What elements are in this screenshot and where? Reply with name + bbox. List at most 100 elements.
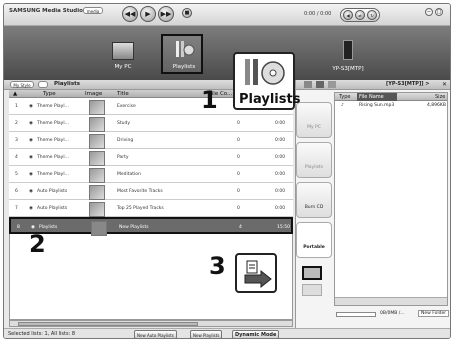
callout-number-2: 2 bbox=[29, 230, 46, 258]
tab-label: Portable bbox=[303, 245, 325, 250]
row-title: Top 25 Played Tracks bbox=[117, 206, 164, 211]
shuffle-icon[interactable]: ⇄ bbox=[355, 10, 365, 20]
theme-icon: ◉ bbox=[29, 104, 33, 109]
nav-banner: My PC Playlists YP-S3[MTP] bbox=[4, 26, 450, 80]
row-count: 0 bbox=[237, 121, 240, 126]
status-bar: Selected lists: 1, All lists: 8 New Auto… bbox=[4, 328, 450, 338]
row-duration: 0:00 bbox=[275, 121, 286, 126]
horizontal-scrollbar[interactable] bbox=[9, 320, 293, 327]
playlist-thumbnail bbox=[91, 221, 107, 236]
device-icon[interactable] bbox=[343, 40, 353, 60]
table-row[interactable]: 3 ◉ Theme Playl... Driving 0 0:00 bbox=[9, 132, 293, 149]
my-style-button[interactable]: My Style bbox=[10, 81, 34, 88]
playlist-thumbnail bbox=[89, 100, 105, 115]
row-title: Exercise bbox=[117, 104, 136, 109]
playlist-thumbnail bbox=[89, 185, 105, 200]
row-duration: 0:00 bbox=[275, 189, 286, 194]
settings-icon[interactable] bbox=[328, 81, 336, 88]
row-duration: 0:00 bbox=[275, 138, 286, 143]
table-row[interactable]: 7 ◉ Auto Playlists Top 25 Played Tracks … bbox=[9, 200, 293, 217]
callout-playlists-label: Playlists bbox=[239, 92, 301, 107]
col-type[interactable]: Type bbox=[43, 90, 56, 98]
new-playlists-button[interactable]: New Playlists bbox=[190, 330, 223, 338]
repeat-icon[interactable]: ↻ bbox=[367, 10, 377, 20]
next-button[interactable]: ▶▶ bbox=[158, 6, 174, 22]
row-number: 8 bbox=[17, 225, 20, 230]
new-auto-playlists-button[interactable]: New Auto Playlists bbox=[134, 330, 177, 338]
tab-portable[interactable]: Portable bbox=[296, 222, 332, 258]
row-number: 5 bbox=[15, 172, 18, 177]
theme-icon: ◉ bbox=[29, 138, 33, 143]
toolbar-toggle-button[interactable] bbox=[38, 81, 48, 88]
theme-icon: ◉ bbox=[29, 121, 33, 126]
device-path: [YP-S3[MTP]] > bbox=[386, 81, 430, 87]
row-number: 4 bbox=[15, 155, 18, 160]
previous-button[interactable]: ◀◀ bbox=[122, 6, 138, 22]
tab-my-pc[interactable]: My PC bbox=[296, 102, 332, 138]
playlist-thumbnail bbox=[89, 134, 105, 149]
row-type: Auto Playlists bbox=[37, 189, 68, 194]
music-file-icon: ♪ bbox=[341, 103, 344, 108]
nav-device[interactable]: YP-S3[MTP] bbox=[328, 66, 368, 72]
media-badge[interactable]: media bbox=[83, 7, 103, 14]
table-row[interactable]: 6 ◉ Auto Playlists Most Favorite Tracks … bbox=[9, 183, 293, 200]
transfer-callout bbox=[235, 253, 277, 293]
my-pc-icon[interactable] bbox=[112, 42, 134, 60]
tab-playlists[interactable]: Playlists bbox=[296, 142, 332, 178]
playlist-thumbnail bbox=[89, 168, 105, 183]
transfer-button[interactable] bbox=[302, 266, 322, 280]
auto-icon: ◉ bbox=[29, 206, 33, 211]
device-hscrollbar[interactable] bbox=[335, 297, 447, 305]
row-number: 3 bbox=[15, 138, 18, 143]
stop-button[interactable]: ■ bbox=[182, 8, 192, 18]
row-count: 0 bbox=[237, 155, 240, 160]
table-row-selected[interactable]: 8 ◉ Playlists New Playlists 4 15:50 bbox=[9, 217, 293, 236]
sort-icon[interactable]: ▲ bbox=[13, 90, 17, 98]
folder-icon[interactable] bbox=[304, 81, 312, 88]
device-file-row[interactable]: ♪ Rising Sun.mp3 4,896KB bbox=[335, 102, 447, 109]
table-row[interactable]: 2 ◉ Theme Playl... Study 0 0:00 bbox=[9, 115, 293, 132]
col-type[interactable]: Type bbox=[339, 93, 350, 101]
row-count: 0 bbox=[237, 189, 240, 194]
col-file-name[interactable]: File Name bbox=[357, 93, 397, 101]
row-title: Study bbox=[117, 121, 130, 126]
row-type: Theme Playl... bbox=[37, 121, 69, 126]
play-button[interactable]: ▶ bbox=[140, 6, 156, 22]
row-number: 6 bbox=[15, 189, 18, 194]
row-title: Most Favorite Tracks bbox=[117, 189, 163, 194]
device-toolbar: [YP-S3[MTP]] > ✕ bbox=[296, 80, 450, 90]
playlists-callout: Playlists bbox=[233, 52, 300, 110]
row-type: Auto Playlists bbox=[37, 206, 68, 211]
nav-playlists-tab[interactable]: Playlists bbox=[161, 34, 203, 74]
table-row[interactable]: 5 ◉ Theme Playl... Meditation 0 0:00 bbox=[9, 166, 293, 183]
auto-icon: ◉ bbox=[29, 189, 33, 194]
playlist-thumbnail bbox=[89, 117, 105, 132]
refresh-icon[interactable] bbox=[316, 81, 324, 88]
panel-close-icon[interactable]: ✕ bbox=[442, 81, 447, 88]
row-title: Meditation bbox=[117, 172, 141, 177]
mute-icon[interactable]: ◀ bbox=[343, 10, 353, 20]
playlists-large-icon bbox=[245, 59, 285, 85]
maximize-button[interactable]: □ bbox=[435, 8, 443, 16]
file-size: 4,896KB bbox=[427, 103, 446, 108]
col-image[interactable]: Image bbox=[85, 90, 102, 98]
tab-burn-cd[interactable]: Burn CD bbox=[296, 182, 332, 218]
col-size[interactable]: Size bbox=[435, 93, 445, 101]
capacity-text: 0B/0MB /... bbox=[380, 311, 405, 316]
minimize-button[interactable]: − bbox=[425, 8, 433, 16]
dynamic-mode-button[interactable]: Dynamic Mode bbox=[232, 330, 280, 338]
col-title[interactable]: Title bbox=[117, 90, 129, 98]
row-type: Theme Playl... bbox=[37, 172, 69, 177]
new-folder-button[interactable]: New Folder bbox=[418, 310, 450, 317]
nav-my-pc[interactable]: My PC bbox=[103, 64, 143, 70]
table-row[interactable]: 4 ◉ Theme Playl... Party 0 0:00 bbox=[9, 149, 293, 166]
row-number: 1 bbox=[15, 104, 18, 109]
row-duration: 15:50 bbox=[277, 225, 290, 230]
transfer-back-button[interactable] bbox=[302, 284, 322, 296]
transfer-arrow-icon bbox=[244, 260, 272, 289]
volume-control[interactable]: ◀ ⇄ ↻ bbox=[340, 8, 380, 22]
row-type: Theme Playl... bbox=[37, 104, 69, 109]
scroll-thumb[interactable] bbox=[18, 322, 198, 326]
title-bar: SAMSUNG Media Studio media ◀◀ ▶ ▶▶ ■ 0:0… bbox=[4, 4, 450, 26]
theme-icon: ◉ bbox=[29, 155, 33, 160]
